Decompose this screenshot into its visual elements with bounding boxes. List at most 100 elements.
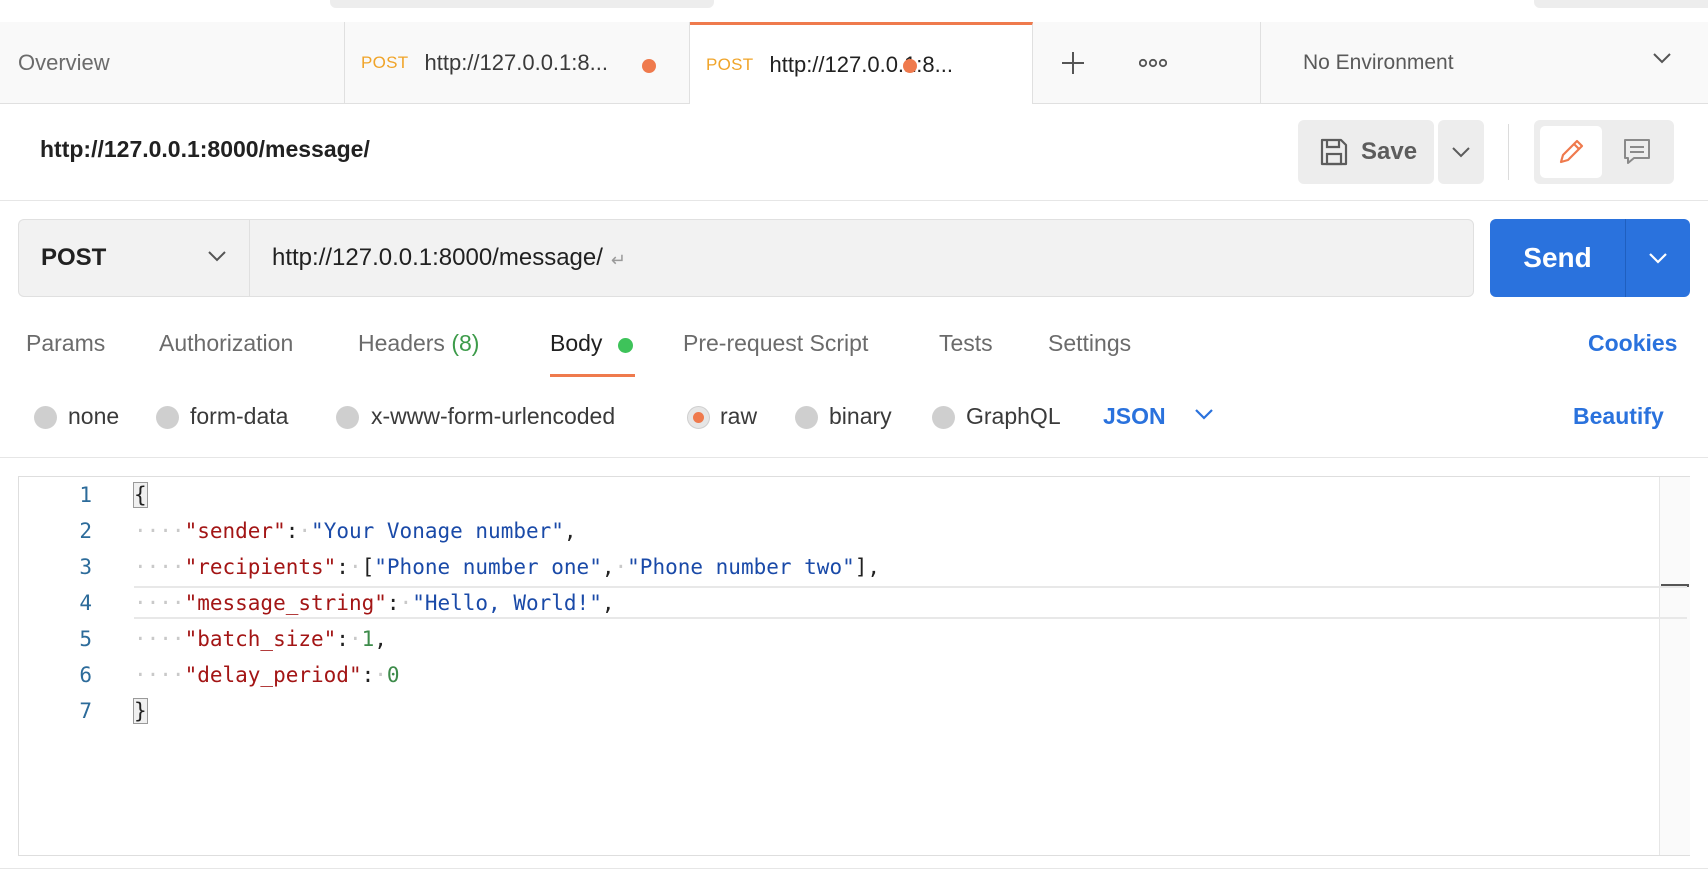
close-brace: } (133, 698, 148, 724)
code-line: } (133, 698, 148, 724)
json-number: 1 (361, 627, 375, 651)
tab-method-badge: POST (361, 52, 409, 72)
code-line: ····"batch_size":·1, (134, 627, 387, 651)
chevron-down-icon (1653, 53, 1671, 64)
json-string: "Phone number two" (627, 555, 855, 579)
code-line: ····"message_string":·"Hello, World!", (134, 591, 615, 615)
tab-method-badge: POST (706, 54, 754, 74)
open-brace: { (133, 482, 148, 508)
line-number: 6 (79, 663, 92, 687)
radio-binary-label: binary (829, 403, 892, 429)
request-title: http://127.0.0.1:8000/message/ (40, 136, 370, 162)
json-key: "sender" (184, 519, 286, 543)
edit-mode-button[interactable] (1540, 126, 1602, 178)
url-value: http://127.0.0.1:8000/message/ (272, 244, 603, 271)
environment-label: No Environment (1303, 50, 1454, 74)
json-string: "Your Vonage number" (311, 519, 564, 543)
line-number: 5 (79, 627, 92, 651)
language-select[interactable]: JSON (1103, 403, 1166, 430)
divider (0, 457, 1708, 458)
radio-none[interactable] (34, 406, 57, 429)
environment-selector[interactable]: No Environment (1260, 22, 1708, 103)
cookies-link[interactable]: Cookies (1588, 330, 1677, 357)
radio-raw-label: raw (720, 403, 758, 429)
body-indicator-dot (618, 338, 633, 353)
active-tab-underline (550, 374, 635, 377)
send-options-button[interactable] (1626, 219, 1690, 297)
return-icon: ↵ (610, 249, 626, 270)
radio-form-data-label: form-data (190, 403, 289, 429)
chevron-down-icon (1452, 147, 1470, 158)
comments-button[interactable] (1606, 126, 1668, 178)
radio-form-data[interactable] (156, 406, 179, 429)
line-number: 1 (79, 483, 92, 507)
tab-request-1[interactable]: POST http://127.0.0.1:8... (345, 22, 690, 103)
line-number: 7 (79, 699, 92, 723)
send-button[interactable]: Send (1490, 219, 1625, 297)
divider (0, 868, 1708, 869)
line-number: 4 (79, 591, 92, 615)
code-line: ····"delay_period":·0 (134, 663, 400, 687)
tab-overview[interactable]: Overview (2, 22, 345, 103)
comment-icon (1624, 139, 1650, 164)
tab-title: http://127.0.0.1:8... (769, 51, 953, 77)
json-key: "message_string" (184, 591, 387, 615)
json-string: "Hello, World!" (412, 591, 602, 615)
pencil-icon (1559, 139, 1584, 164)
method-select[interactable]: POST (18, 219, 249, 297)
json-key: "recipients" (184, 555, 337, 579)
chevron-down-icon (1649, 253, 1667, 264)
tab-overview-label: Overview (18, 49, 110, 75)
chevron-down-icon (208, 251, 226, 262)
plus-icon (1062, 51, 1084, 74)
tab-bar: Overview POST http://127.0.0.1:8... POST… (0, 22, 1708, 104)
divider (0, 200, 1708, 201)
json-key: "delay_period" (184, 663, 362, 687)
json-number: 0 (386, 663, 400, 687)
tab-headers[interactable]: Headers (8) (358, 330, 479, 357)
tab-settings[interactable]: Settings (1048, 330, 1131, 357)
editor-scrollbar[interactable] (1659, 477, 1690, 855)
search-bar-edge (330, 0, 714, 8)
tab-title: http://127.0.0.1:8... (424, 49, 608, 75)
new-tab-button[interactable] (1033, 22, 1113, 103)
method-label: POST (41, 244, 107, 271)
radio-none-label: none (68, 403, 120, 429)
radio-urlencoded[interactable] (336, 406, 359, 429)
save-button[interactable]: Save (1298, 120, 1434, 184)
radio-urlencoded-label: x-www-form-urlencoded (371, 403, 616, 429)
more-tabs-button[interactable] (1113, 22, 1193, 103)
radio-binary[interactable] (795, 406, 818, 429)
code-line: ····"recipients":·["Phone number one",·"… (134, 555, 881, 579)
tab-request-2-active[interactable]: POST http://127.0.0.1:8... (690, 22, 1033, 104)
json-string: "Phone number one" (374, 555, 602, 579)
save-options-button[interactable] (1438, 120, 1484, 184)
divider (1508, 124, 1509, 180)
tab-prerequest-script[interactable]: Pre-request Script (683, 330, 868, 357)
code-line: ····"sender":·"Your Vonage number", (134, 519, 577, 543)
unsaved-dot-icon (642, 59, 656, 73)
send-label: Send (1523, 242, 1592, 273)
url-input[interactable]: http://127.0.0.1:8000/message/ ↵ (249, 219, 1474, 297)
radio-raw[interactable] (687, 406, 710, 429)
beautify-link[interactable]: Beautify (1573, 403, 1664, 430)
save-label: Save (1361, 138, 1418, 165)
chevron-down-icon[interactable] (1194, 408, 1214, 420)
json-key: "batch_size" (184, 627, 337, 651)
unsaved-dot-icon (903, 59, 917, 73)
toolbar-edge (1534, 0, 1708, 8)
tab-body[interactable]: Body (550, 330, 602, 357)
line-number: 3 (79, 555, 92, 579)
top-strip (0, 0, 1708, 23)
more-horizontal-icon (1139, 58, 1167, 67)
radio-graphql-label: GraphQL (966, 403, 1061, 429)
tab-tests[interactable]: Tests (939, 330, 993, 357)
save-icon (1320, 138, 1348, 166)
tab-params[interactable]: Params (26, 330, 105, 357)
headers-count: (8) (451, 330, 480, 356)
tab-headers-label: Headers (358, 330, 445, 356)
code-line: { (133, 482, 148, 508)
tab-authorization[interactable]: Authorization (159, 330, 293, 357)
line-number: 2 (79, 519, 92, 543)
radio-graphql[interactable] (932, 406, 955, 429)
